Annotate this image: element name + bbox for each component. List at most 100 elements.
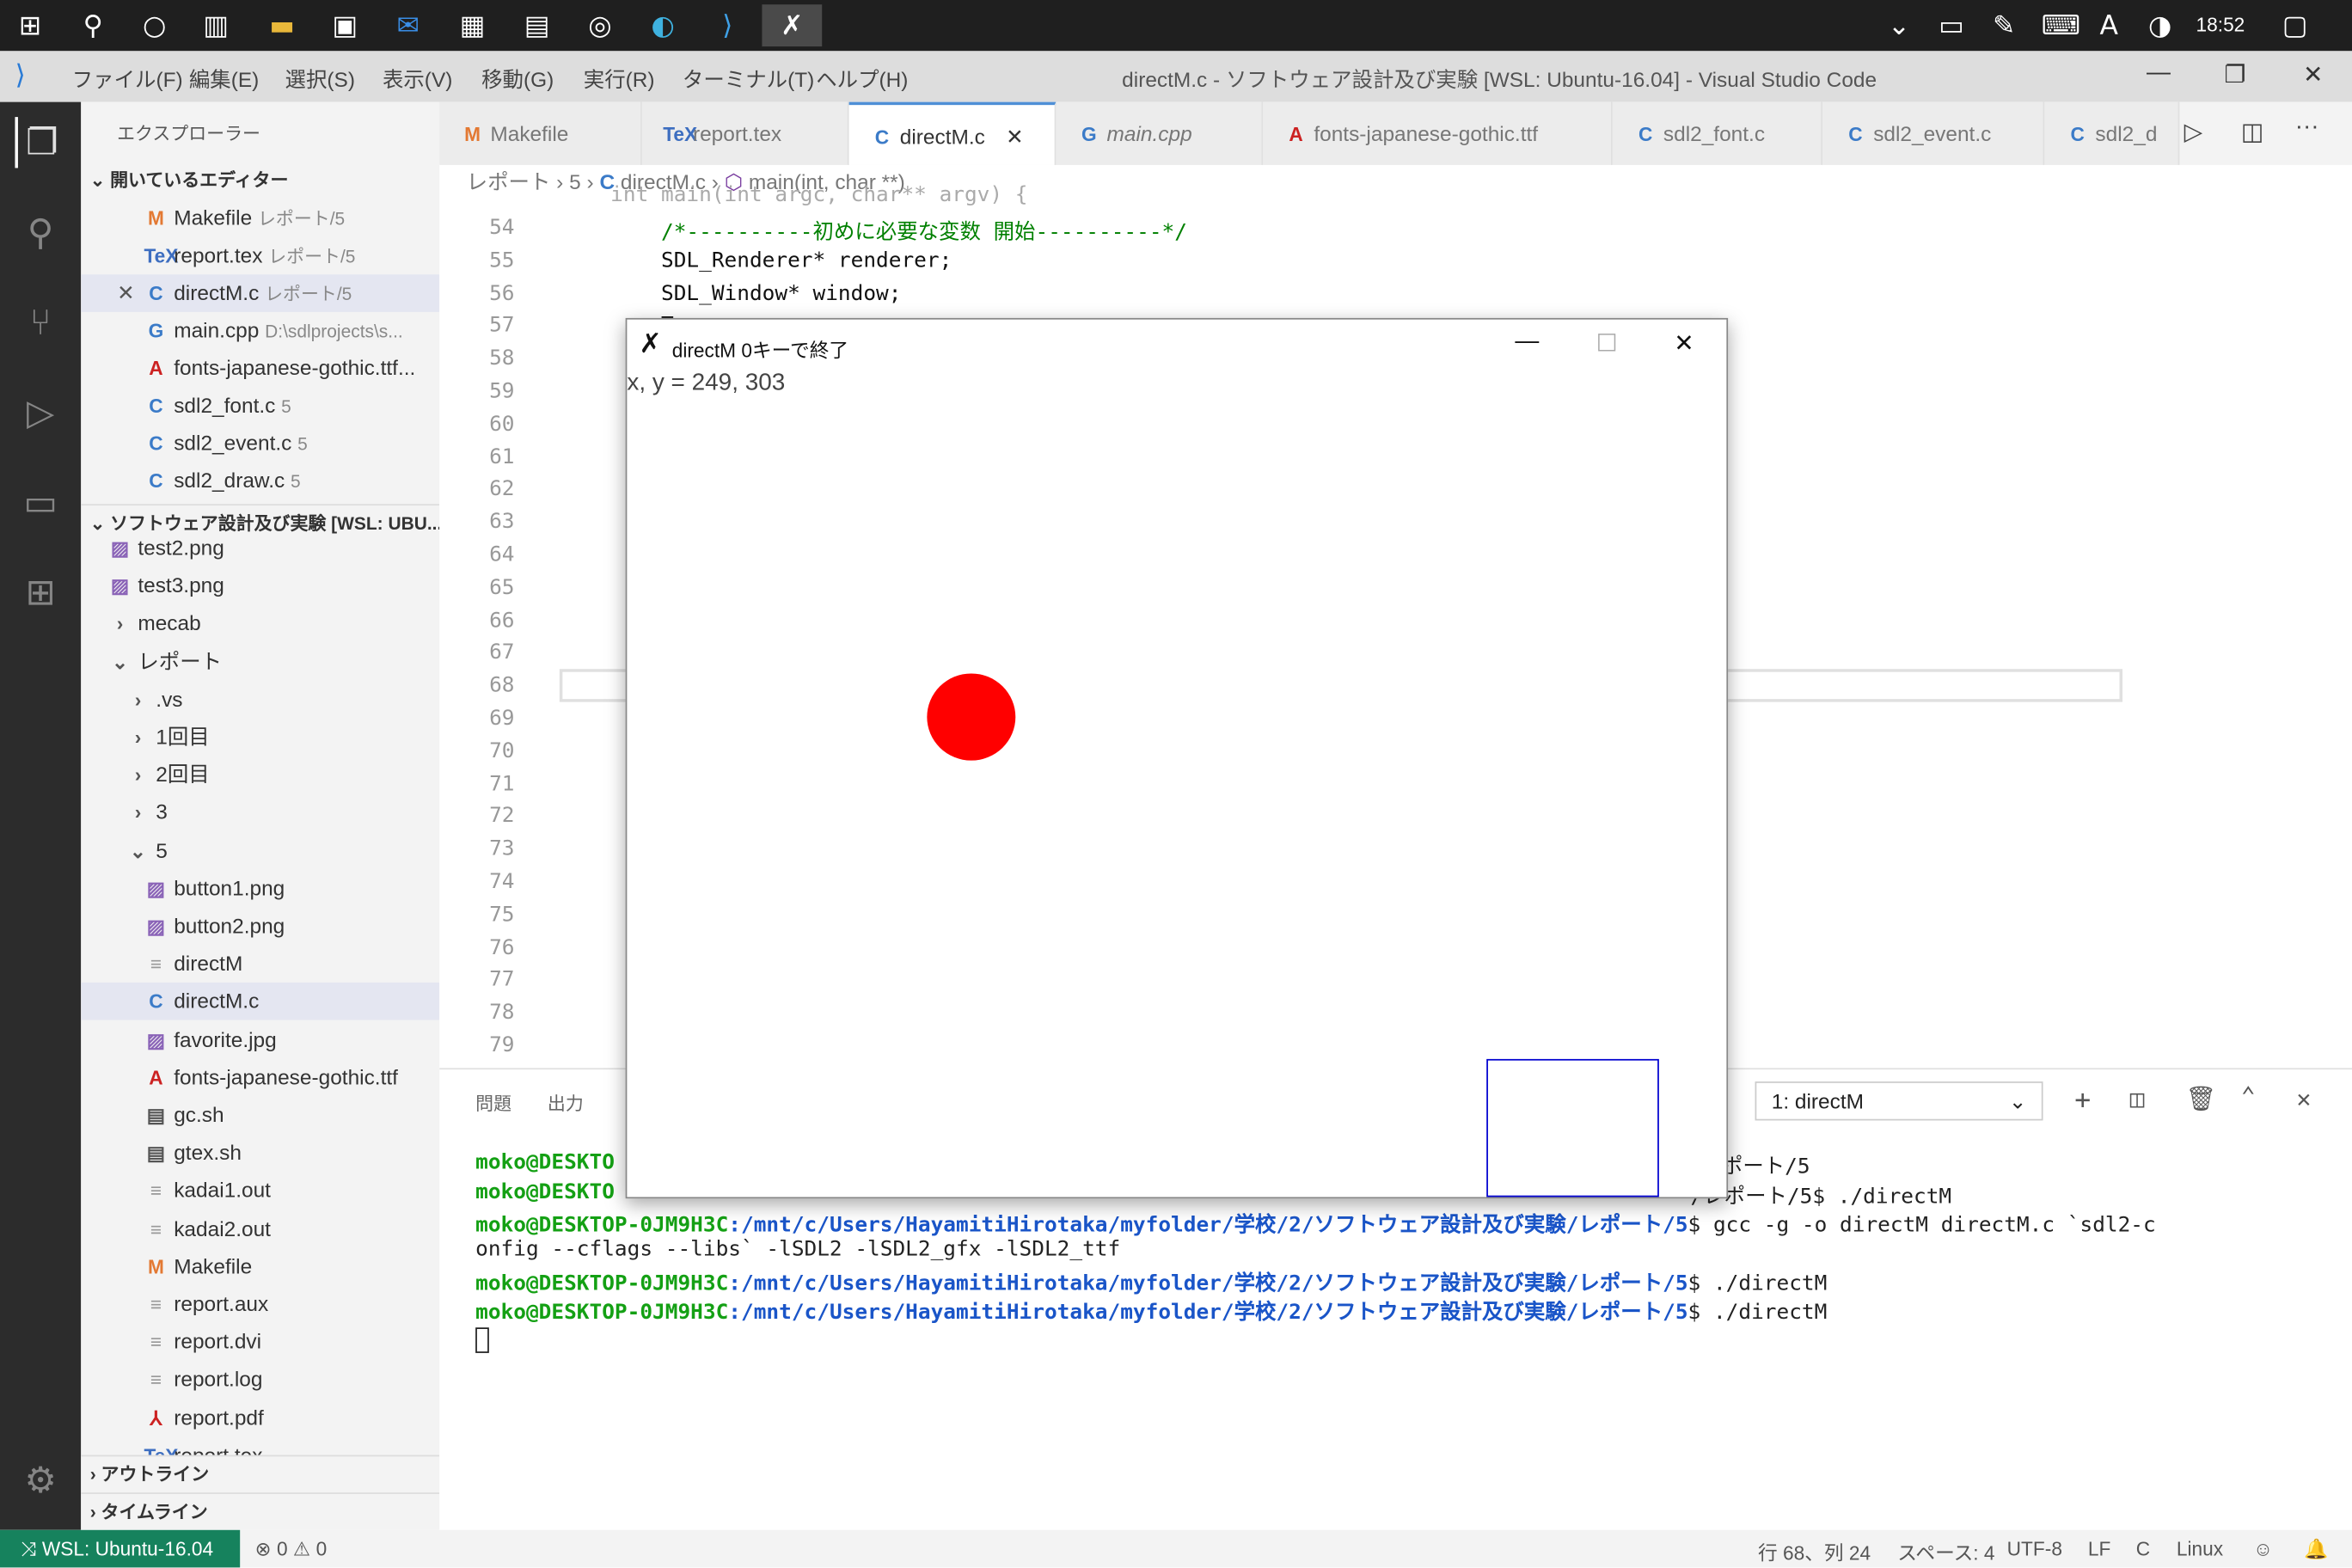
extensions-icon[interactable]: ⊞	[15, 567, 65, 618]
tree-file[interactable]: ▨ favorite.jpg	[81, 1021, 439, 1059]
menu-edit[interactable]: 編集(E)	[189, 64, 259, 95]
menu-go[interactable]: 移動(G)	[481, 64, 554, 95]
tab-output[interactable]: 出力	[548, 1091, 584, 1117]
os-indicator[interactable]: Linux	[2177, 1538, 2223, 1560]
chevron-up-icon[interactable]: ⌄	[1872, 4, 1926, 46]
tree-file[interactable]: ≡ kadai1.out	[81, 1172, 439, 1210]
edge-icon[interactable]: ◐	[636, 4, 690, 46]
run-icon[interactable]: ▷	[2184, 117, 2202, 147]
breadcrumb-folder[interactable]: レポート	[467, 169, 551, 193]
tree-file[interactable]: ▤ gtex.sh	[81, 1134, 439, 1172]
tree-file[interactable]: ≡ kadai2.out	[81, 1210, 439, 1247]
tree-file[interactable]: C directM.c	[81, 983, 440, 1021]
editor-tab[interactable]: TeX report.tex	[641, 101, 849, 165]
windows-icon[interactable]: ⊞	[3, 4, 57, 46]
editor-tab[interactable]: C sdl2_font.c	[1612, 101, 1823, 165]
x-server-icon[interactable]: ✗	[762, 4, 823, 47]
open-editor-item[interactable]: G main.cpp D:\sdlprojects\s...	[81, 312, 439, 350]
language-mode[interactable]: C	[2136, 1538, 2150, 1560]
clock-time[interactable]: 18:52	[2196, 14, 2245, 36]
menu-help[interactable]: ヘルプ(H)	[816, 64, 908, 95]
tree-file[interactable]: ⅄ report.pdf	[81, 1399, 439, 1436]
vscode-icon[interactable]: ⟩	[701, 4, 755, 46]
open-editor-item[interactable]: M Makefile レポート/5	[81, 199, 439, 237]
keyboard-icon[interactable]: ⌨	[2034, 4, 2088, 46]
tree-folder[interactable]: › .vs	[81, 681, 439, 719]
sdl-close-button[interactable]: ✕	[1674, 328, 1694, 358]
trash-icon[interactable]: 🗑	[2185, 1085, 2215, 1113]
editor-tab[interactable]: C directM.c ✕	[848, 101, 1057, 165]
tab-problems[interactable]: 問題	[475, 1091, 511, 1117]
tree-file[interactable]: ≡ report.dvi	[81, 1323, 439, 1361]
source-control-icon[interactable]: ⑂	[15, 297, 65, 347]
encoding[interactable]: UTF-8	[2007, 1538, 2062, 1560]
minimize-button[interactable]: —	[2136, 60, 2181, 93]
photos-icon[interactable]: ▦	[445, 4, 499, 46]
editor-tab[interactable]: M Makefile	[439, 101, 642, 165]
open-editor-item[interactable]: C sdl2_font.c 5	[81, 387, 439, 425]
tree-file[interactable]: M Makefile	[81, 1247, 439, 1285]
pen-icon[interactable]: ✎	[1977, 4, 2031, 46]
tree-folder[interactable]: ⌄ 5	[81, 832, 439, 870]
battery-icon[interactable]: ▭	[1925, 4, 1979, 46]
tree-folder[interactable]: › 3	[81, 794, 439, 832]
close-icon[interactable]: ✕	[1006, 125, 1023, 149]
tree-file[interactable]: ▨ test3.png	[81, 567, 439, 605]
sdl-window[interactable]: ✗ directM 0キーで終了 — ☐ ✕ x, y = 249, 303	[625, 317, 1729, 1199]
sdl-titlebar[interactable]: ✗ directM 0キーで終了 — ☐ ✕	[627, 320, 1726, 371]
tree-file[interactable]: ▨ button2.png	[81, 908, 439, 946]
tree-file[interactable]: ▨ button1.png	[81, 870, 439, 908]
open-editor-item[interactable]: TeX report.tex レポート/5	[81, 237, 439, 275]
explorer-icon[interactable]: ❐	[15, 117, 65, 168]
calculator-icon[interactable]: ▤	[510, 4, 564, 46]
menu-run[interactable]: 実行(R)	[584, 64, 655, 95]
outline-section[interactable]: › アウトライン	[81, 1455, 440, 1493]
editor-tab[interactable]: G main.cpp	[1056, 101, 1264, 165]
sdl-minimize-button[interactable]: —	[1515, 328, 1539, 355]
split-editor-icon[interactable]: ◫	[2241, 117, 2263, 147]
editor-tab[interactable]: C sdl2_event.c	[1822, 101, 2045, 165]
close-icon[interactable]: ✕	[117, 274, 144, 312]
app-icon[interactable]: ◎	[573, 4, 628, 46]
maximize-panel-icon[interactable]: ⌃	[2241, 1081, 2256, 1110]
mail-icon[interactable]: ✉	[381, 4, 435, 46]
tree-folder[interactable]: › 1回目	[81, 719, 439, 756]
settings-gear-icon[interactable]: ⚙	[15, 1455, 65, 1506]
timeline-section[interactable]: › タイムライン	[81, 1492, 440, 1530]
remote-explorer-icon[interactable]: ▭	[15, 477, 65, 528]
search-icon[interactable]: ⚲	[66, 4, 120, 46]
tree-folder[interactable]: › 2回目	[81, 756, 439, 794]
end-of-line[interactable]: LF	[2088, 1538, 2110, 1560]
editor-tab[interactable]: C sdl2_d	[2044, 101, 2180, 165]
problems-indicator[interactable]: ⊗ 0 ⚠ 0	[255, 1538, 328, 1562]
feedback-icon[interactable]: ☺	[2253, 1538, 2273, 1560]
tree-file[interactable]: ▨ test2.png	[81, 530, 439, 567]
editor-tab[interactable]: A fonts-japanese-gothic.ttf	[1263, 101, 1613, 165]
remote-indicator[interactable]: ⤨ WSL: Ubuntu-16.04	[0, 1529, 241, 1568]
close-button[interactable]: ✕	[2290, 60, 2335, 93]
minimap[interactable]	[2127, 198, 2352, 1068]
terminal-select[interactable]: 1: directM ⌄	[1755, 1081, 2043, 1121]
open-editor-item[interactable]: C sdl2_event.c 5	[81, 425, 439, 462]
menu-view[interactable]: 表示(V)	[383, 64, 452, 95]
tree-file[interactable]: A fonts-japanese-gothic.ttf	[81, 1059, 439, 1097]
store-icon[interactable]: ▣	[318, 4, 372, 46]
menu-file[interactable]: ファイル(F)	[72, 64, 183, 95]
menu-selection[interactable]: 選択(S)	[285, 64, 355, 95]
open-editor-item[interactable]: ✕ C directM.c レポート/5	[81, 274, 440, 312]
maximize-button[interactable]: ❐	[2213, 60, 2257, 93]
tree-folder[interactable]: › mecab	[81, 605, 439, 643]
open-editor-item[interactable]: A fonts-japanese-gothic.ttf...	[81, 350, 439, 388]
split-terminal-icon[interactable]: ◫	[2130, 1085, 2145, 1113]
tree-file[interactable]: ▤ gc.sh	[81, 1097, 439, 1135]
tree-folder[interactable]: ⌄ レポート	[81, 643, 439, 681]
cursor-position[interactable]: 行 68、列 24	[1758, 1538, 1871, 1566]
run-debug-icon[interactable]: ▷	[15, 387, 65, 438]
open-editors-section[interactable]: ⌄ 開いているエディター	[81, 162, 439, 199]
sdl-maximize-button[interactable]: ☐	[1596, 328, 1618, 358]
task-view-icon[interactable]: ▥	[189, 4, 243, 46]
tree-file[interactable]: ≡ report.aux	[81, 1285, 439, 1323]
open-editor-item[interactable]: C sdl2_draw.c 5	[81, 462, 439, 499]
new-terminal-icon[interactable]: +	[2074, 1085, 2091, 1117]
menu-terminal[interactable]: ターミナル(T)	[683, 64, 814, 95]
